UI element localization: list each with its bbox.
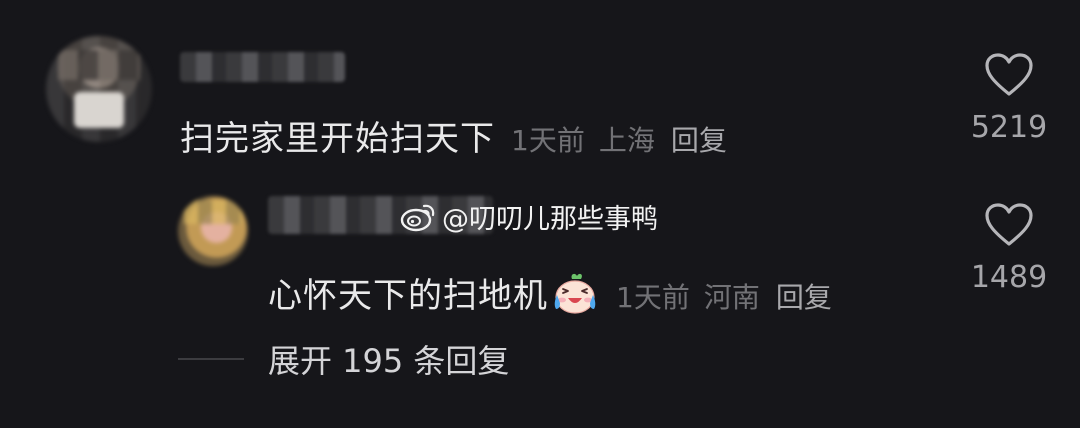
weibo-icon xyxy=(400,204,435,232)
expand-replies-row[interactable]: 展开 195 条回复 xyxy=(178,336,509,382)
comment-text: 扫完家里开始扫天下 xyxy=(180,119,495,159)
comment-time: 1天前 xyxy=(511,124,585,157)
reply-text: 心怀天下的扫地机 xyxy=(268,276,548,316)
commenter-name-blurred[interactable] xyxy=(180,52,345,82)
reply-like-count: 1489 xyxy=(970,260,1048,295)
reply-row: 心怀天下的扫地机 1天前 河南 回复 xyxy=(268,263,832,317)
avatar-replier[interactable] xyxy=(178,196,248,266)
watermark-text: @叨叨儿那些事鸭 xyxy=(442,203,658,235)
avatar-commenter[interactable] xyxy=(46,36,152,142)
reply-location: 河南 xyxy=(703,281,760,314)
expand-replies-button[interactable]: 展开 195 条回复 xyxy=(268,336,509,382)
comment-reply-button[interactable]: 回复 xyxy=(671,119,727,159)
weibo-watermark: @叨叨儿那些事鸭 xyxy=(400,198,658,235)
heart-icon[interactable] xyxy=(984,202,1034,248)
laughing-crying-face-emoji xyxy=(554,273,596,314)
comment-like-button[interactable]: 5219 xyxy=(954,52,1064,145)
reply-reply-button[interactable]: 回复 xyxy=(776,276,832,316)
reply-like-button[interactable]: 1489 xyxy=(954,202,1064,295)
comment-row: 扫完家里开始扫天下 1天前 上海 回复 xyxy=(180,111,727,160)
reply-time: 1天前 xyxy=(616,281,690,314)
comment-like-count: 5219 xyxy=(970,110,1048,145)
expand-divider xyxy=(178,358,244,360)
heart-icon[interactable] xyxy=(984,52,1034,98)
comment-location: 上海 xyxy=(598,124,655,157)
